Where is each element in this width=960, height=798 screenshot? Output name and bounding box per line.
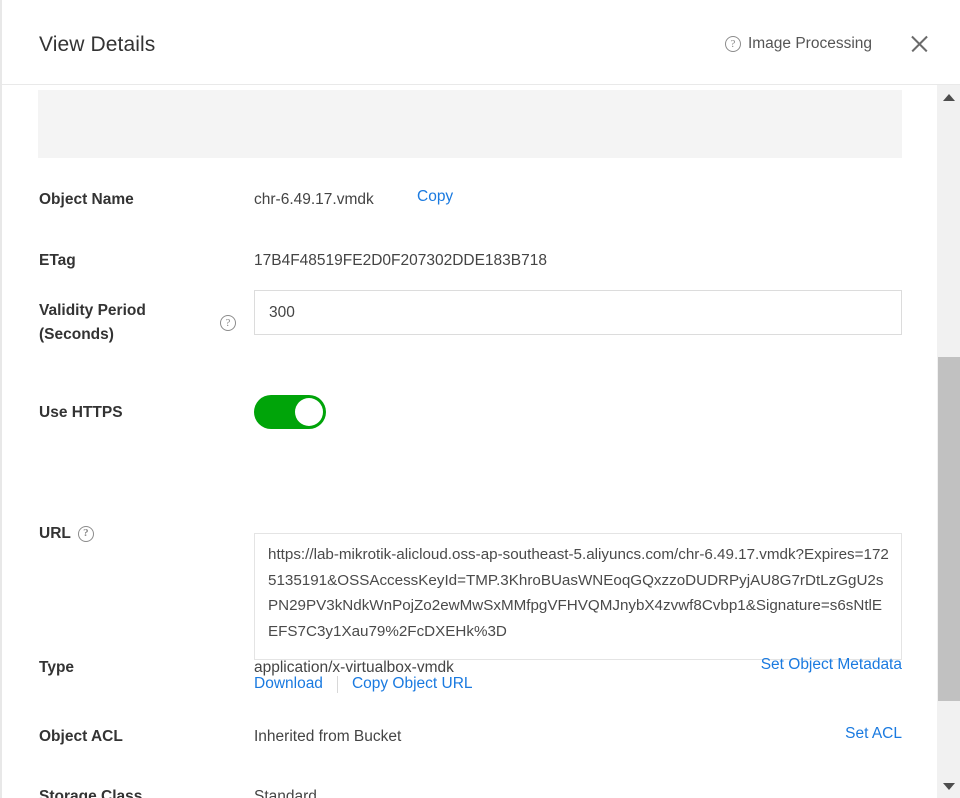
view-details-dialog: View Details ? Image Processing Object N…: [0, 0, 960, 798]
dialog-body: Object Name chr-6.49.17.vmdk Copy ETag 1…: [2, 85, 938, 798]
set-object-metadata-link[interactable]: Set Object Metadata: [761, 656, 902, 674]
use-https-toggle[interactable]: [254, 395, 326, 429]
header-actions: ? Image Processing: [724, 33, 960, 55]
dialog-header: View Details ? Image Processing: [2, 0, 960, 85]
type-label: Type: [39, 659, 75, 676]
scroll-down-button[interactable]: [937, 774, 960, 798]
url-value-box[interactable]: https://lab-mikrotik-alicloud.oss-ap-sou…: [254, 533, 902, 660]
toggle-knob: [295, 398, 323, 426]
validity-period-input[interactable]: [254, 290, 902, 335]
type-value: application/x-virtualbox-vmdk: [254, 659, 454, 676]
url-label: URL: [39, 525, 71, 542]
scrollbar-thumb[interactable]: [938, 357, 960, 701]
url-help-icon[interactable]: ?: [77, 525, 94, 542]
copy-object-name-link[interactable]: Copy: [417, 188, 453, 206]
validity-period-help-icon[interactable]: ?: [220, 315, 236, 331]
object-acl-label: Object ACL: [39, 728, 123, 745]
url-label-group: URL ?: [39, 522, 94, 545]
image-processing-link[interactable]: ? Image Processing: [724, 35, 872, 53]
set-acl-link[interactable]: Set ACL: [845, 725, 902, 743]
question-circle-icon: ?: [724, 36, 741, 52]
use-https-label: Use HTTPS: [39, 404, 123, 421]
page-title: View Details: [39, 33, 156, 56]
close-icon[interactable]: [908, 33, 930, 55]
vertical-scrollbar[interactable]: [936, 85, 960, 798]
preview-panel: [38, 90, 902, 158]
object-name-value: chr-6.49.17.vmdk: [254, 191, 374, 208]
scroll-up-button[interactable]: [937, 85, 960, 109]
chevron-up-icon: [943, 94, 955, 101]
object-acl-value: Inherited from Bucket: [254, 728, 402, 745]
etag-label: ETag: [39, 252, 76, 269]
image-processing-label: Image Processing: [747, 35, 872, 52]
storage-class-value: Standard: [254, 788, 317, 798]
storage-class-label: Storage Class: [39, 788, 143, 798]
object-name-label: Object Name: [39, 191, 134, 208]
chevron-down-icon: [943, 783, 955, 790]
validity-period-label-line1: Validity Period: [39, 302, 146, 319]
etag-value: 17B4F48519FE2D0F207302DDE183B718: [254, 252, 547, 269]
validity-period-label-line2: (Seconds): [39, 326, 114, 343]
